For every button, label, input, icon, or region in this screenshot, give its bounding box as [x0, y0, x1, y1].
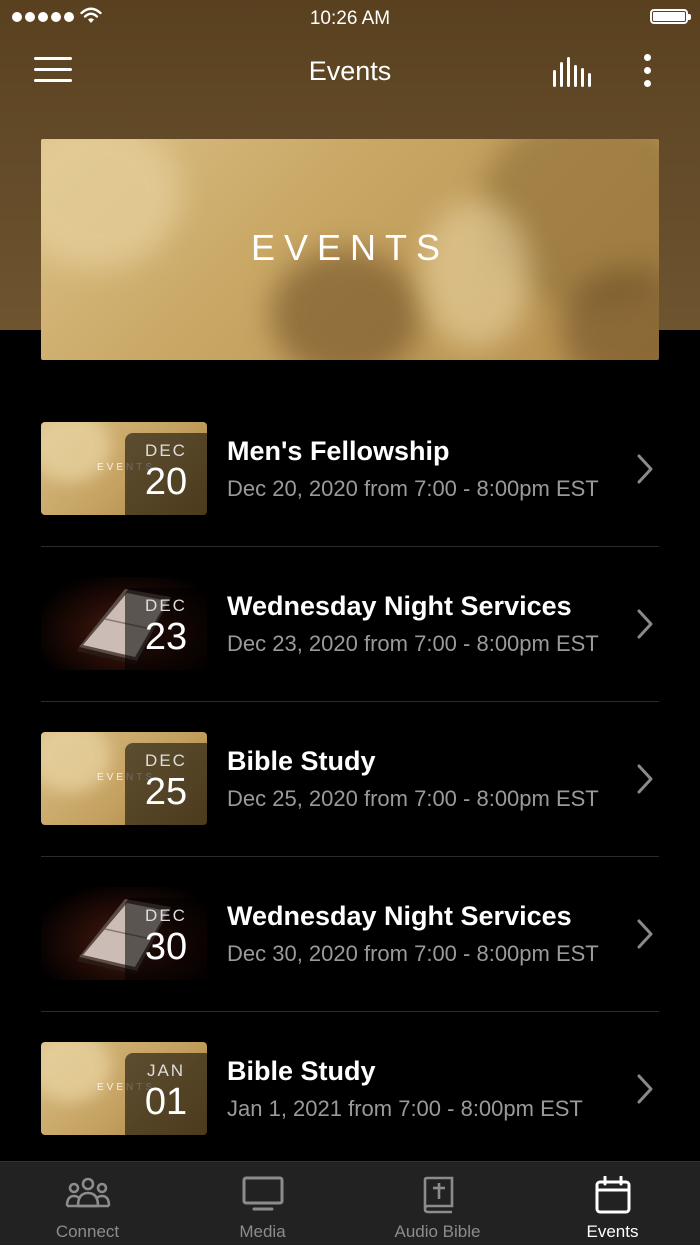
tab-audio-bible[interactable]: Audio Bible [350, 1162, 525, 1245]
banner-title: EVENTS [250, 227, 450, 268]
tab-connect[interactable]: Connect [0, 1162, 175, 1245]
hamburger-menu-icon[interactable] [34, 57, 72, 85]
event-datetime: Dec 23, 2020 from 7:00 - 8:00pm EST [227, 631, 599, 656]
event-thumbnail: EVENTSJAN01 [41, 1042, 207, 1135]
event-datetime: Jan 1, 2021 from 7:00 - 8:00pm EST [227, 1096, 583, 1121]
date-badge: DEC 23 [125, 588, 207, 670]
tab-bar: Connect Media Audio Bible Events [0, 1161, 700, 1245]
date-badge: DEC 20 [125, 433, 207, 515]
event-thumbnail: DEC 30 [41, 887, 207, 980]
event-day: 30 [144, 926, 188, 968]
tab-media[interactable]: Media [175, 1162, 350, 1245]
chevron-right-icon [637, 919, 653, 949]
status-time: 10:26 AM [309, 8, 391, 29]
event-month: DEC [145, 441, 187, 460]
tab-label: Media [239, 1222, 286, 1241]
event-datetime: Dec 30, 2020 from 7:00 - 8:00pm EST [227, 941, 599, 966]
event-title: Wednesday Night Services [227, 591, 572, 621]
event-datetime: Dec 25, 2020 from 7:00 - 8:00pm EST [227, 786, 599, 811]
event-day: 23 [144, 616, 188, 658]
event-row[interactable]: EVENTSJAN01 Bible Study Jan 1, 2021 from 7… [41, 1012, 659, 1167]
date-badge: JAN 01 [125, 1053, 207, 1135]
event-day: 20 [144, 461, 188, 503]
events-list: EVENTSDEC20 Men's Fellowship Dec 20, 2020 … [41, 392, 659, 1167]
event-month: JAN [146, 1061, 186, 1080]
calendar-icon [595, 1176, 630, 1214]
event-thumbnail: EVENTSDEC25 [41, 732, 207, 825]
audio-bars-icon[interactable] [552, 56, 592, 88]
more-options-icon[interactable] [640, 54, 654, 93]
chevron-right-icon [637, 764, 653, 794]
event-month: DEC [145, 906, 187, 925]
event-title: Men's Fellowship [227, 436, 450, 466]
events-banner: EVENTS [41, 139, 659, 360]
tab-label: Audio Bible [394, 1222, 481, 1241]
event-month: DEC [145, 751, 187, 770]
bible-icon [423, 1176, 453, 1214]
event-title: Wednesday Night Services [227, 901, 572, 931]
tab-label: Connect [55, 1222, 120, 1241]
event-day: 25 [144, 771, 188, 813]
event-thumbnail: DEC 23 [41, 577, 207, 670]
battery-icon [650, 9, 691, 24]
event-datetime: Dec 20, 2020 from 7:00 - 8:00pm EST [227, 476, 599, 501]
chevron-right-icon [637, 454, 653, 484]
event-row[interactable]: EVENTSDEC25 Bible Study Dec 25, 2020 from … [41, 702, 659, 857]
event-row[interactable]: DEC 23 Wednesday Night Services Dec 23, 202… [41, 547, 659, 702]
event-row[interactable]: EVENTSDEC20 Men's Fellowship Dec 20, 2020 … [41, 392, 659, 547]
event-thumbnail: EVENTSDEC20 [41, 422, 207, 515]
monitor-icon [242, 1176, 283, 1211]
chevron-right-icon [637, 1074, 653, 1104]
event-day: 01 [144, 1081, 188, 1123]
tab-events[interactable]: Events [525, 1162, 700, 1245]
tab-label: Events [586, 1222, 639, 1241]
event-row[interactable]: DEC 30 Wednesday Night Services Dec 30, 202… [41, 857, 659, 1012]
navigation-bar: Events [0, 40, 700, 104]
people-icon [65, 1177, 110, 1208]
status-bar: 10:26 AM [0, 0, 700, 36]
date-badge: DEC 30 [125, 898, 207, 980]
date-badge: DEC 25 [125, 743, 207, 825]
page-title: Events [308, 56, 392, 86]
event-title: Bible Study [227, 1056, 376, 1086]
event-month: DEC [145, 596, 187, 615]
event-title: Bible Study [227, 746, 376, 776]
chevron-right-icon [637, 609, 653, 639]
